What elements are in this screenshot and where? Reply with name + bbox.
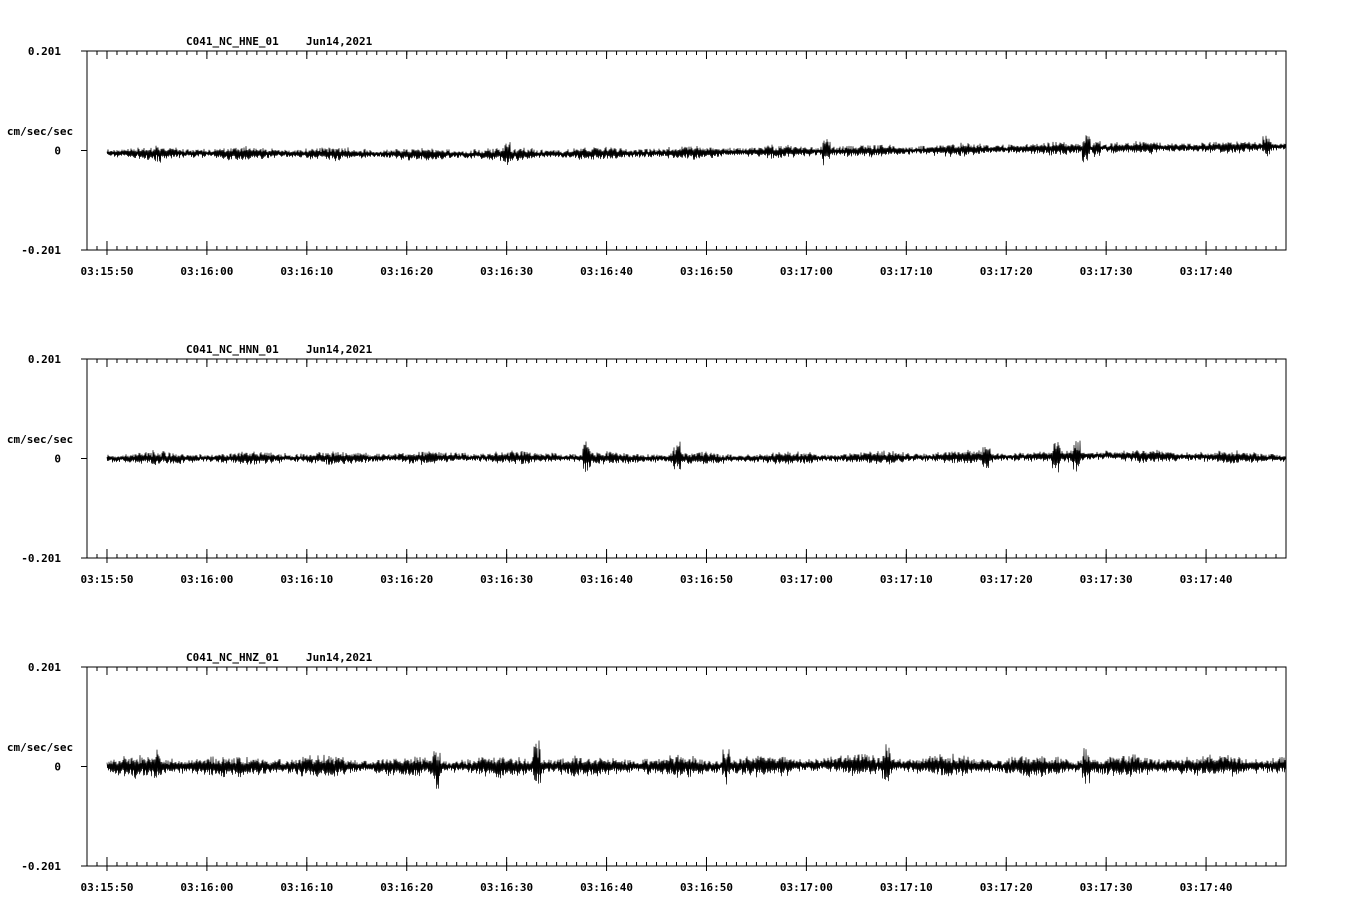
x-tick-label: 03:17:30 <box>1080 573 1133 586</box>
x-tick-label: 03:17:10 <box>880 265 933 278</box>
y-tick-label-zero: 0 <box>54 453 61 466</box>
station-channel-title: C041_NC_HNZ_01 <box>186 651 279 664</box>
x-tick-label: 03:16:40 <box>580 881 633 894</box>
x-tick-label: 03:16:10 <box>280 265 333 278</box>
y-tick-label-top: 0.201 <box>28 45 61 58</box>
panel-1: 0.201 0 -0.201 cm/sec/sec C041_NC_HNE_01 Jun1… <box>7 35 1287 278</box>
x-tick-label: 03:16:40 <box>580 265 633 278</box>
x-tick-label: 03:16:20 <box>380 881 433 894</box>
y-tick-label-bottom: -0.201 <box>21 860 61 873</box>
x-tick-label: 03:17:20 <box>980 573 1033 586</box>
x-tick-label: 03:17:00 <box>780 265 833 278</box>
trace-date: Jun14,2021 <box>306 651 373 664</box>
y-axis-label: cm/sec/sec <box>7 433 73 446</box>
seismogram-figure: 0.201 0 -0.201 cm/sec/sec C041_NC_HNE_01 Jun1… <box>7 35 1287 894</box>
y-axis-label: cm/sec/sec <box>7 125 73 138</box>
x-tick-label: 03:17:40 <box>1180 881 1233 894</box>
x-tick-label: 03:17:00 <box>780 881 833 894</box>
x-tick-label: 03:15:50 <box>80 265 133 278</box>
trace-date: Jun14,2021 <box>306 35 373 48</box>
x-tick-label: 03:17:40 <box>1180 265 1233 278</box>
x-tick-label: 03:15:50 <box>80 573 133 586</box>
y-tick-label-bottom: -0.201 <box>21 244 61 257</box>
x-tick-label: 03:17:00 <box>780 573 833 586</box>
x-tick-label: 03:16:10 <box>280 881 333 894</box>
x-tick-label: 03:16:20 <box>380 573 433 586</box>
x-tick-label: 03:16:30 <box>480 881 533 894</box>
x-tick-label: 03:16:40 <box>580 573 633 586</box>
x-tick-label: 03:17:20 <box>980 881 1033 894</box>
y-tick-label-zero: 0 <box>54 145 61 158</box>
x-tick-label: 03:16:10 <box>280 573 333 586</box>
x-tick-label: 03:16:50 <box>680 881 733 894</box>
panel-3: 0.201 0 -0.201 cm/sec/sec C041_NC_HNZ_01 Jun1… <box>7 651 1287 894</box>
x-tick-label: 03:17:30 <box>1080 881 1133 894</box>
x-tick-label: 03:17:10 <box>880 573 933 586</box>
y-tick-label-top: 0.201 <box>28 353 61 366</box>
x-tick-label: 03:16:50 <box>680 265 733 278</box>
panel-2: 0.201 0 -0.201 cm/sec/sec C041_NC_HNN_01 Jun1… <box>7 343 1287 586</box>
x-tick-label: 03:17:40 <box>1180 573 1233 586</box>
x-tick-label: 03:17:20 <box>980 265 1033 278</box>
x-tick-label: 03:16:00 <box>180 265 233 278</box>
waveform-trace <box>106 740 1287 789</box>
y-tick-label-zero: 0 <box>54 761 61 774</box>
station-channel-title: C041_NC_HNE_01 <box>186 35 279 48</box>
x-tick-label: 03:16:00 <box>180 881 233 894</box>
x-tick-label: 03:16:30 <box>480 573 533 586</box>
waveform-trace <box>106 135 1287 166</box>
waveform-trace <box>106 440 1287 473</box>
y-tick-label-bottom: -0.201 <box>21 552 61 565</box>
x-tick-label: 03:16:20 <box>380 265 433 278</box>
x-tick-label: 03:17:30 <box>1080 265 1133 278</box>
x-tick-label: 03:16:50 <box>680 573 733 586</box>
x-tick-label: 03:16:00 <box>180 573 233 586</box>
x-tick-label: 03:17:10 <box>880 881 933 894</box>
y-axis-label: cm/sec/sec <box>7 741 73 754</box>
y-tick-label-top: 0.201 <box>28 661 61 674</box>
x-tick-label: 03:15:50 <box>80 881 133 894</box>
station-channel-title: C041_NC_HNN_01 <box>186 343 279 356</box>
x-tick-label: 03:16:30 <box>480 265 533 278</box>
trace-date: Jun14,2021 <box>306 343 373 356</box>
